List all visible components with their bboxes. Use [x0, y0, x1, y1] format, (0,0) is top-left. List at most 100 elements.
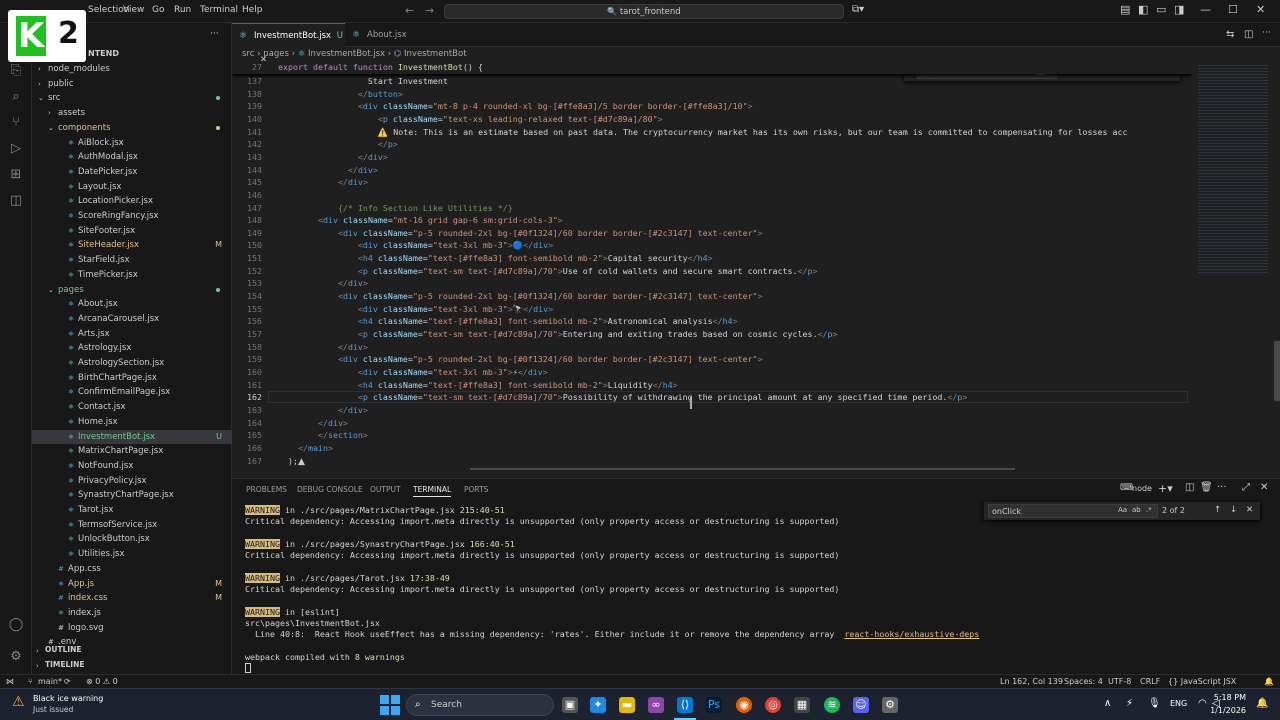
close-find-icon[interactable]: ✕: [1246, 505, 1253, 515]
tree-item[interactable]: ⚛ Astrology.jsx: [32, 341, 232, 356]
tree-item[interactable]: ⚛ App.js M: [32, 577, 232, 592]
tree-item[interactable]: ⚛ ScoreRingFancy.jsx: [32, 209, 232, 224]
language-mode[interactable]: {} JavaScript JSX: [1168, 675, 1236, 688]
tree-item[interactable]: ⌄ pages: [32, 283, 232, 298]
windows-start-icon[interactable]: [380, 695, 400, 715]
tree-item[interactable]: ⚛ UnlockButton.jsx: [32, 532, 232, 547]
tree-item[interactable]: ⚛ TimePicker.jsx: [32, 268, 232, 283]
indentation[interactable]: Spaces: 4: [1064, 675, 1103, 688]
clock-date[interactable]: 1/1/2026: [1206, 706, 1246, 715]
tree-item[interactable]: ⚛ InvestmentBot.jsx U: [32, 429, 232, 445]
tab-debug-console[interactable]: DEBUG CONSOLE: [297, 485, 363, 494]
tree-item[interactable]: › assets: [32, 106, 232, 121]
minimize-icon[interactable]: —: [1200, 3, 1211, 16]
tree-item[interactable]: ⚛ Utilities.jsx: [32, 547, 232, 562]
toggle-sidebar-icon[interactable]: ◧: [1138, 3, 1148, 16]
tree-item[interactable]: ⚛ MatrixChartPage.jsx: [32, 444, 232, 459]
problems-count[interactable]: ⊗ 0 ⚠ 0: [86, 675, 118, 688]
notification-icon[interactable]: 🔔: [1256, 698, 1268, 709]
back-arrow-icon[interactable]: ←: [405, 4, 414, 17]
menu-run[interactable]: Run: [174, 5, 191, 15]
tab-about[interactable]: ⚛ About.jsx: [345, 23, 425, 47]
photoshop-icon[interactable]: Ps: [706, 697, 722, 713]
tree-item[interactable]: ⚛ About.jsx: [32, 297, 232, 312]
network-icon[interactable]: ⚡: [1126, 698, 1133, 709]
split-terminal-icon[interactable]: ◫: [1185, 482, 1194, 493]
run-debug-icon[interactable]: ▷: [7, 141, 25, 159]
tree-item[interactable]: ⚛ NotFound.jsx: [32, 459, 232, 474]
task-view-icon[interactable]: ▣: [562, 697, 578, 713]
timeline-section[interactable]: TIMELINE: [45, 660, 84, 669]
command-center[interactable]: 🔍 tarot_frontend: [444, 4, 844, 19]
tab-terminal[interactable]: TERMINAL: [413, 485, 452, 497]
tree-item[interactable]: › public: [32, 77, 232, 92]
microphone-icon[interactable]: 🎙: [1148, 698, 1161, 709]
breadcrumb-symbol[interactable]: InvestmentBot: [404, 49, 467, 59]
tree-item[interactable]: # App.css: [32, 562, 232, 577]
terminal-shell[interactable]: node: [1132, 484, 1152, 493]
split-editor-icon[interactable]: ⇆: [1226, 29, 1234, 40]
previous-match-icon[interactable]: ↑: [1214, 505, 1221, 515]
forward-arrow-icon[interactable]: →: [425, 4, 434, 17]
tree-item[interactable]: ⚛ Arts.jsx: [32, 327, 232, 342]
kill-terminal-icon[interactable]: 🗑: [1200, 482, 1213, 493]
tree-item[interactable]: ⚛ SiteHeader.jsx M: [32, 238, 232, 253]
tree-item[interactable]: ⌄ src: [32, 91, 232, 106]
discord-icon[interactable]: ☺: [853, 697, 869, 713]
tab-problems[interactable]: PROBLEMS: [246, 485, 287, 494]
tree-item[interactable]: ⚛ ArcanaCarousel.jsx: [32, 312, 232, 327]
more-actions-icon[interactable]: ···: [210, 29, 219, 39]
close-panel-icon[interactable]: ✕: [1260, 482, 1268, 493]
explorer-icon[interactable]: ⎘: [7, 63, 25, 81]
chevron-icon[interactable]: ⌄: [48, 283, 54, 297]
maximize-icon[interactable]: ☐: [1228, 3, 1238, 16]
tree-item[interactable]: # index.css M: [32, 591, 232, 606]
sticky-scroll[interactable]: 27 export default function InvestmentBot…: [232, 61, 1192, 74]
breadcrumb-pages[interactable]: pages: [263, 49, 289, 59]
tree-item[interactable]: ⚛ SiteFooter.jsx: [32, 224, 232, 239]
more-actions-icon[interactable]: ···: [1217, 482, 1227, 493]
notifications-bell-icon[interactable]: 🔔: [1264, 675, 1274, 688]
weather-title[interactable]: Black ice warning: [33, 694, 103, 703]
menu-terminal[interactable]: Terminal: [200, 5, 238, 15]
outline-section[interactable]: OUTLINE: [45, 645, 82, 654]
split-right-icon[interactable]: ◫: [1244, 29, 1253, 40]
next-match-icon[interactable]: ↓: [1230, 505, 1237, 515]
line-ending[interactable]: CRLF: [1140, 675, 1160, 688]
tab-ports[interactable]: PORTS: [464, 485, 488, 494]
chevron-icon[interactable]: ⌄: [38, 91, 44, 105]
more-actions-icon[interactable]: ···: [1262, 28, 1271, 38]
code-editor[interactable]: 27 export default function InvestmentBot…: [232, 61, 1192, 470]
encoding[interactable]: UTF-8: [1108, 675, 1131, 688]
tree-item[interactable]: ⚛ TermsofService.jsx: [32, 518, 232, 533]
tree-item[interactable]: ⚛ AiBlock.jsx: [32, 136, 232, 151]
visual-studio-icon[interactable]: ∞: [648, 697, 664, 713]
tree-item[interactable]: ⚛ PrivacyPolicy.jsx: [32, 474, 232, 489]
clock-time[interactable]: 5:18 PM: [1210, 693, 1246, 702]
app-icon[interactable]: ⚙: [882, 697, 898, 713]
tree-item[interactable]: › node_modules: [32, 62, 232, 77]
horizontal-scrollbar[interactable]: [470, 468, 1015, 470]
tray-expand-icon[interactable]: ∧: [1104, 698, 1111, 709]
tree-item[interactable]: ⚛ AstrologySection.jsx: [32, 356, 232, 371]
language-indicator[interactable]: ENG: [1170, 699, 1187, 708]
match-case-icon[interactable]: Aa: [1118, 506, 1127, 514]
whole-word-icon[interactable]: ab: [1132, 506, 1141, 514]
git-branch[interactable]: main*: [38, 675, 62, 688]
firefox-icon[interactable]: ◉: [736, 697, 752, 713]
tab-investmentbot[interactable]: ⚛ InvestmentBot.jsx U ✕: [232, 23, 345, 65]
tree-item[interactable]: ⚛ SynastryChartPage.jsx: [32, 488, 232, 503]
remote-indicator-icon[interactable]: ⋈: [6, 675, 14, 688]
sync-icon[interactable]: ⟳: [64, 675, 71, 688]
tree-item[interactable]: ⌄ components: [32, 121, 232, 136]
spotify-icon[interactable]: ≋: [824, 697, 840, 713]
cursor-position[interactable]: Ln 162, Col 139: [1000, 675, 1063, 688]
lightbulb-icon[interactable]: ▲: [298, 457, 305, 467]
tree-item[interactable]: ⚛ Tarot.jsx: [32, 503, 232, 518]
breadcrumb-file[interactable]: InvestmentBot.jsx: [308, 49, 385, 59]
file-explorer-icon[interactable]: ▬: [619, 697, 635, 713]
app-icon[interactable]: ▦: [794, 697, 810, 713]
settings-gear-icon[interactable]: ⚙: [7, 649, 25, 667]
chrome-icon[interactable]: ◎: [765, 697, 781, 713]
source-control-icon[interactable]: ⑂: [7, 115, 25, 133]
